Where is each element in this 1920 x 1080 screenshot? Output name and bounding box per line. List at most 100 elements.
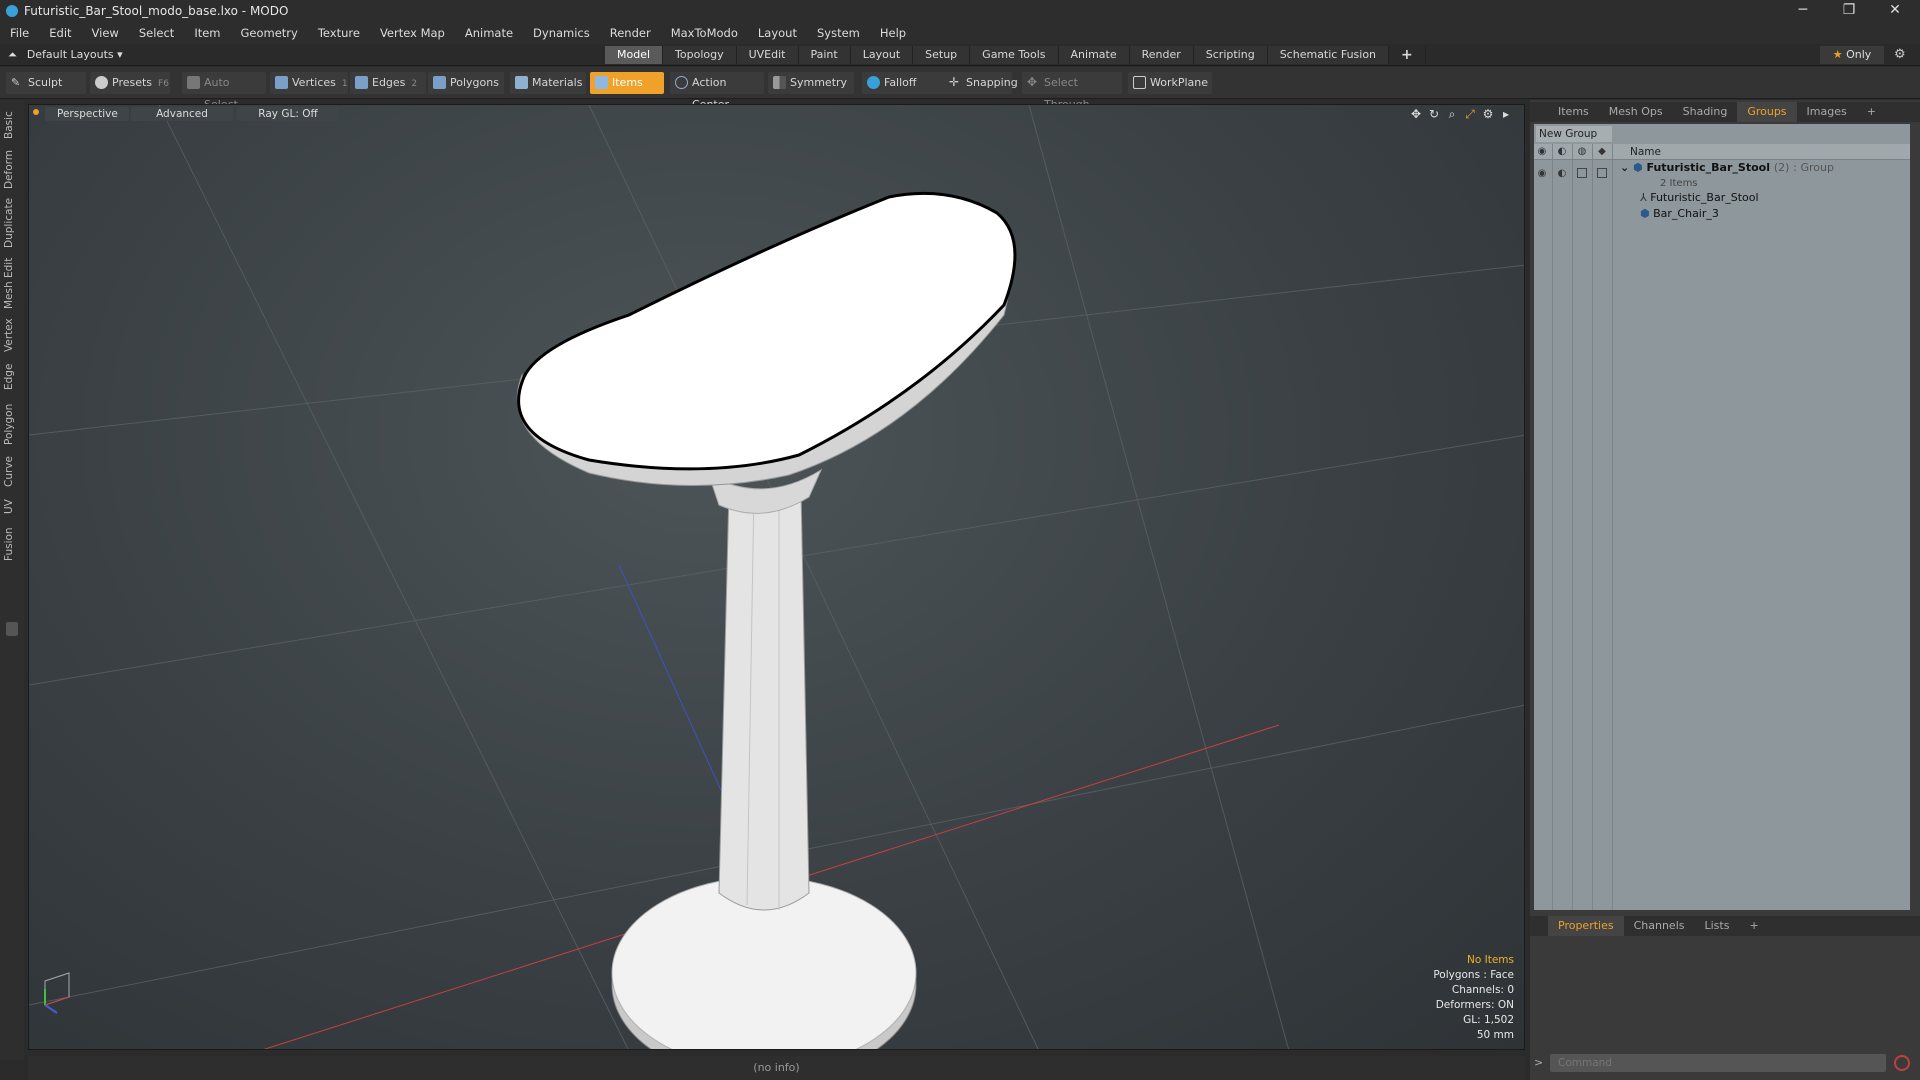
lock-icon[interactable]: ◍ xyxy=(1576,146,1588,158)
tab-animate[interactable]: Animate xyxy=(1058,46,1130,64)
group-row-futuristic-bar-stool[interactable]: ⌄ ⬢ Futuristic_Bar_Stool (2) : Group xyxy=(1620,160,1834,176)
close-button[interactable]: ✕ xyxy=(1872,0,1918,22)
tab-items[interactable]: Items xyxy=(1548,102,1599,122)
layout-up-icon: ⏶ xyxy=(8,48,17,61)
falloff-button[interactable]: Falloff xyxy=(862,72,946,94)
group-lock-checkbox[interactable] xyxy=(1577,168,1587,178)
presets-button[interactable]: Presets F6 xyxy=(90,72,170,94)
add-panel-tab-button[interactable]: + xyxy=(1857,102,1886,122)
menu-dynamics[interactable]: Dynamics xyxy=(523,22,600,44)
zoom-view-icon[interactable]: ⌕ xyxy=(1445,107,1459,121)
command-history-button[interactable] xyxy=(1894,1055,1910,1071)
menu-animate[interactable]: Animate xyxy=(455,22,523,44)
tab-render[interactable]: Render xyxy=(1129,46,1194,64)
properties-panel-tabs: Properties Channels Lists + xyxy=(1530,916,1920,936)
vtab-duplicate[interactable]: Duplicate xyxy=(3,196,21,250)
scale-info: 50 mm xyxy=(1476,1029,1514,1041)
add-properties-tab-button[interactable]: + xyxy=(1739,916,1768,936)
auto-select-button[interactable]: Auto Select xyxy=(182,72,266,111)
tab-mesh-ops[interactable]: Mesh Ops xyxy=(1599,102,1673,122)
vtab-deform[interactable]: Deform xyxy=(3,148,21,190)
group-visibility-eye-icon[interactable]: ◉ xyxy=(1536,168,1548,180)
panel-toggle-icon[interactable] xyxy=(6,622,18,636)
collapse-icon[interactable]: ⌄ xyxy=(1620,161,1633,174)
command-input[interactable] xyxy=(1550,1054,1886,1072)
tab-setup[interactable]: Setup xyxy=(913,46,971,64)
menu-geometry[interactable]: Geometry xyxy=(231,22,308,44)
gl-info: GL: 1,502 xyxy=(1463,1014,1514,1026)
viewport-settings-icon[interactable]: ⚙ xyxy=(1481,107,1495,121)
menu-view[interactable]: View xyxy=(82,22,129,44)
raygl-button[interactable]: Ray GL: Off xyxy=(237,107,339,121)
vtab-polygon[interactable]: Polygon xyxy=(3,400,21,448)
mesh-cube-icon: ⬢ xyxy=(1640,207,1654,220)
tab-paint[interactable]: Paint xyxy=(798,46,851,64)
group-select-checkbox[interactable] xyxy=(1597,168,1607,178)
3d-viewport[interactable]: Perspective Advanced Ray GL: Off ✥ ↻ ⌕ ⤢… xyxy=(28,104,1525,1050)
snapping-button[interactable]: ✛ Snapping xyxy=(944,72,1018,94)
render-icon[interactable]: ◐ xyxy=(1556,146,1568,158)
child-row-bar-chair-3[interactable]: ⬢ Bar_Chair_3 xyxy=(1640,206,1719,222)
move-view-icon[interactable]: ✥ xyxy=(1409,107,1423,121)
tab-channels[interactable]: Channels xyxy=(1624,916,1695,936)
tab-schematic-fusion[interactable]: Schematic Fusion xyxy=(1267,46,1390,64)
gear-icon[interactable]: ⚙ xyxy=(1894,44,1906,66)
vtab-uv[interactable]: UV xyxy=(3,496,21,518)
menu-help[interactable]: Help xyxy=(870,22,916,44)
items-button[interactable]: Items xyxy=(590,72,664,94)
menu-texture[interactable]: Texture xyxy=(308,22,370,44)
menu-file[interactable]: File xyxy=(0,22,39,44)
menu-render[interactable]: Render xyxy=(600,22,661,44)
tab-topology[interactable]: Topology xyxy=(663,46,737,64)
action-center-button[interactable]: Action Center xyxy=(670,72,764,111)
menu-maxtomodo[interactable]: MaxToModo xyxy=(661,22,748,44)
menu-item[interactable]: Item xyxy=(184,22,230,44)
new-group-button[interactable]: New Group xyxy=(1536,126,1612,142)
default-layouts-dropdown[interactable]: ⏶ Default Layouts ▾ xyxy=(8,44,123,66)
tab-game-tools[interactable]: Game Tools xyxy=(970,46,1059,64)
tab-scripting[interactable]: Scripting xyxy=(1193,46,1268,64)
vtab-fusion[interactable]: Fusion xyxy=(3,524,21,564)
only-toggle[interactable]: ★ Only xyxy=(1820,46,1884,64)
group-render-icon[interactable]: ◐ xyxy=(1556,168,1568,180)
tab-groups[interactable]: Groups xyxy=(1737,102,1797,122)
menu-system[interactable]: System xyxy=(807,22,870,44)
materials-button[interactable]: Materials xyxy=(510,72,586,94)
eye-icon[interactable]: ◉ xyxy=(1536,146,1548,158)
vertices-button[interactable]: Vertices 1 xyxy=(270,72,348,94)
groups-list[interactable]: New Group ◉ ◐ ◍ ◆ Name ◉ ◐ ⌄ ⬢ Futuristi… xyxy=(1534,124,1910,910)
add-tab-button[interactable]: + xyxy=(1389,46,1426,64)
maximize-button[interactable]: ❐ xyxy=(1826,0,1872,22)
fit-view-icon[interactable]: ⤢ xyxy=(1463,107,1477,121)
tab-properties[interactable]: Properties xyxy=(1548,916,1624,936)
tab-shading[interactable]: Shading xyxy=(1673,102,1738,122)
vtab-basic[interactable]: Basic xyxy=(3,108,21,142)
tab-uvedit[interactable]: UVEdit xyxy=(736,46,799,64)
menu-select[interactable]: Select xyxy=(129,22,184,44)
vtab-edge[interactable]: Edge xyxy=(3,360,21,394)
tab-lists[interactable]: Lists xyxy=(1695,916,1740,936)
vtab-vertex[interactable]: Vertex xyxy=(3,316,21,354)
menu-vertex-map[interactable]: Vertex Map xyxy=(370,22,455,44)
select-icon[interactable]: ◆ xyxy=(1596,146,1608,158)
menu-layout[interactable]: Layout xyxy=(748,22,807,44)
polygons-button[interactable]: Polygons xyxy=(428,72,504,94)
vtab-mesh-edit[interactable]: Mesh Edit xyxy=(3,256,21,310)
rotate-view-icon[interactable]: ↻ xyxy=(1427,107,1441,121)
viewport-expand-icon[interactable]: ▸ xyxy=(1499,107,1513,121)
workplane-button[interactable]: WorkPlane xyxy=(1128,72,1212,94)
child-row-futuristic-bar-stool[interactable]: ⅄ Futuristic_Bar_Stool xyxy=(1640,190,1759,206)
menu-edit[interactable]: Edit xyxy=(39,22,81,44)
perspective-button[interactable]: Perspective xyxy=(45,107,129,121)
symmetry-button[interactable]: Symmetry xyxy=(768,72,854,94)
minimize-button[interactable]: ─ xyxy=(1780,0,1826,22)
sculpt-button[interactable]: ✎ Sculpt xyxy=(6,72,86,94)
advanced-button[interactable]: Advanced xyxy=(131,107,233,121)
select-through-button[interactable]: ✥Select Through xyxy=(1022,72,1122,111)
tab-model[interactable]: Model xyxy=(605,46,664,64)
tab-layout[interactable]: Layout xyxy=(850,46,914,64)
edges-button[interactable]: Edges 2 xyxy=(350,72,426,94)
tab-images[interactable]: Images xyxy=(1797,102,1857,122)
viewport-menu-icon[interactable] xyxy=(33,109,39,115)
vtab-curve[interactable]: Curve xyxy=(3,454,21,490)
